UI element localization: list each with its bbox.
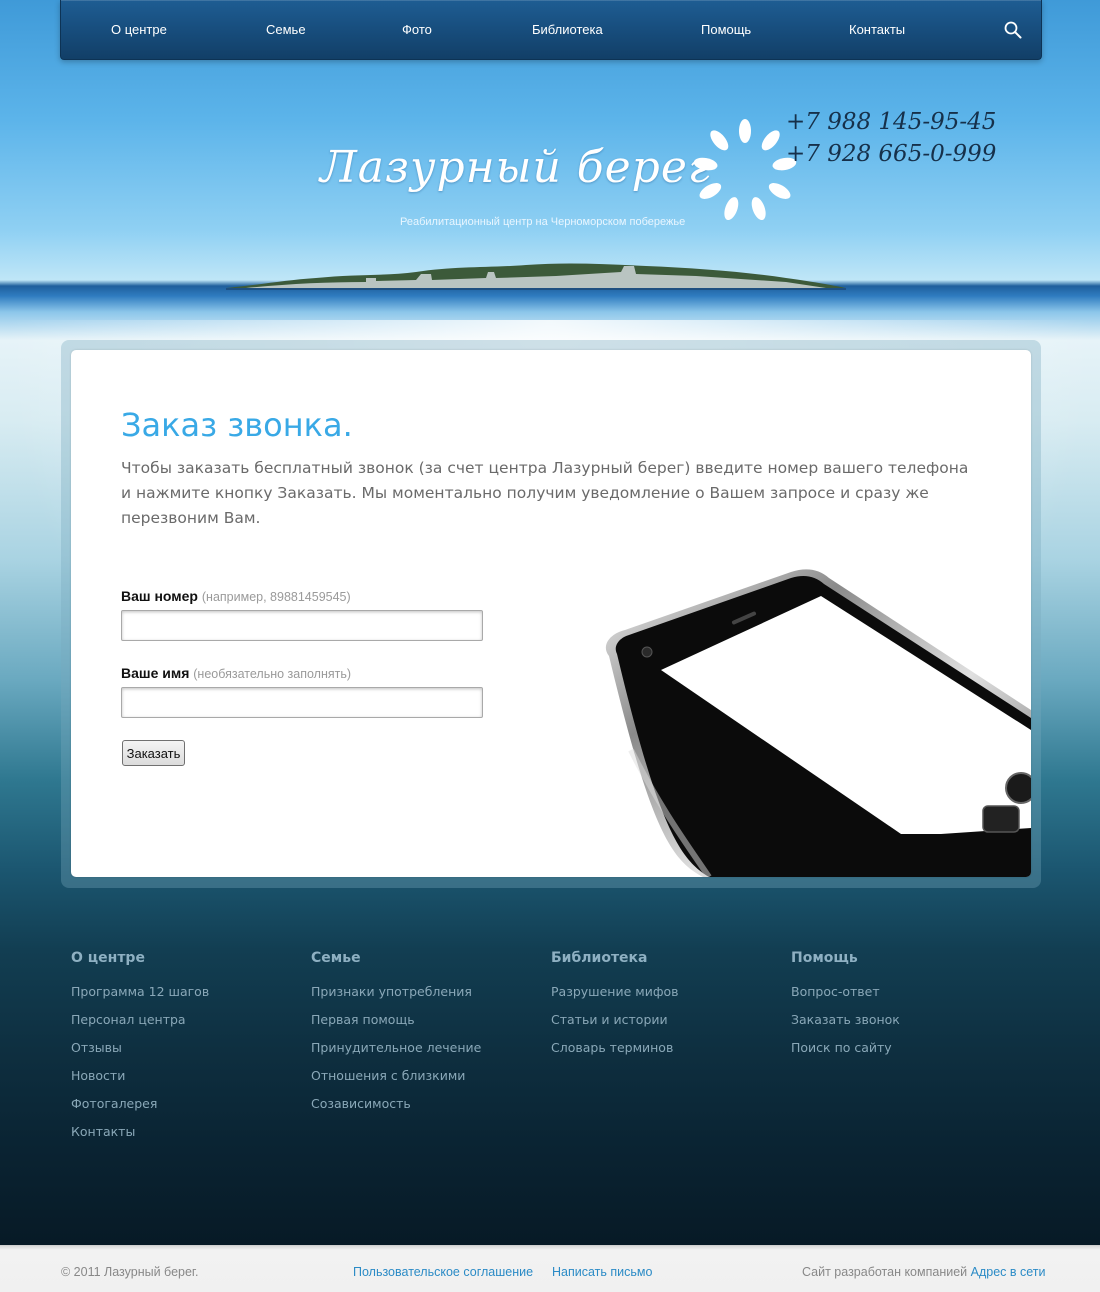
intro-text: Чтобы заказать бесплатный звонок (за сче… <box>121 459 969 527</box>
footer-column-title: Семье <box>311 950 361 966</box>
top-navigation: О центре Семье Фото Библиотека Помощь Ко… <box>60 0 1042 60</box>
user-agreement-link[interactable]: Пользовательское соглашение <box>353 1265 533 1279</box>
footer-column-family: Семье Признаки употребления Первая помощ… <box>311 950 531 1125</box>
footer-column-about: О центре Программа 12 шагов Персонал цен… <box>71 950 291 1153</box>
nav-item-help[interactable]: Помощь <box>701 22 751 37</box>
footer-column-title: Библиотека <box>551 950 648 966</box>
footer-column-help: Помощь Вопрос-ответ Заказать звонок Поис… <box>791 950 1011 1069</box>
phone-label-hint: (например, 89881459545) <box>201 590 351 604</box>
footer-link[interactable]: Заказать звонок <box>791 1013 1011 1041</box>
footer-link[interactable]: Персонал центра <box>71 1013 291 1041</box>
search-icon[interactable] <box>1003 20 1023 40</box>
footer-link[interactable]: Первая помощь <box>311 1013 531 1041</box>
footer-column-title: Помощь <box>791 950 858 966</box>
bottom-bar: © 2011 Лазурный берег. Пользовательское … <box>0 1245 1100 1292</box>
footer-link[interactable]: Новости <box>71 1069 291 1097</box>
phone-number-1: +7 988 145-95-45 <box>786 109 997 135</box>
footer-link[interactable]: Статьи и истории <box>551 1013 771 1041</box>
order-call-button[interactable]: Заказать <box>122 740 185 766</box>
developer-link[interactable]: Адрес в сети <box>971 1265 1046 1279</box>
site-tagline: Реабилитационный центр на Черноморском п… <box>400 216 686 228</box>
footer-link[interactable]: Программа 12 шагов <box>71 985 291 1013</box>
content-panel: Заказ звонка. Чтобы заказать бесплатный … <box>71 350 1031 877</box>
name-label-text: Ваше имя <box>121 665 190 681</box>
footer-link[interactable]: Отзывы <box>71 1041 291 1069</box>
coastline-illustration <box>226 263 846 290</box>
footer-link[interactable]: Признаки употребления <box>311 985 531 1013</box>
site-logo-text[interactable]: Лазурный берег <box>320 142 711 193</box>
nav-item-family[interactable]: Семье <box>266 22 306 37</box>
nav-item-about[interactable]: О центре <box>111 22 167 37</box>
phone-number-2: +7 928 665-0-999 <box>786 141 997 167</box>
footer-link[interactable]: Созависимость <box>311 1097 531 1125</box>
nav-item-library[interactable]: Библиотека <box>532 22 603 37</box>
footer-link[interactable]: Отношения с близкими <box>311 1069 531 1097</box>
footer-link[interactable]: Словарь терминов <box>551 1041 771 1069</box>
footer-column-library: Библиотека Разрушение мифов Статьи и ист… <box>551 950 771 1069</box>
footer-link[interactable]: Вопрос-ответ <box>791 985 1011 1013</box>
footer-link[interactable]: Контакты <box>71 1125 291 1153</box>
name-field-label: Ваше имя (необязательно заполнять) <box>121 665 351 681</box>
footer-link[interactable]: Поиск по сайту <box>791 1041 1011 1069</box>
phone-label-text: Ваш номер <box>121 588 198 604</box>
phone-input[interactable] <box>121 610 483 641</box>
footer-link[interactable]: Принудительное лечение <box>311 1041 531 1069</box>
footer-link[interactable]: Разрушение мифов <box>551 985 771 1013</box>
footer-column-title: О центре <box>71 950 145 966</box>
name-input[interactable] <box>121 687 483 718</box>
nav-item-photo[interactable]: Фото <box>402 22 432 37</box>
smartphone-illustration <box>605 569 1031 877</box>
sun-leaves-icon <box>693 119 797 221</box>
footer-link[interactable]: Фотогалерея <box>71 1097 291 1125</box>
phone-field-label: Ваш номер (например, 89881459545) <box>121 588 351 604</box>
credit-text: Сайт разработан компанией <box>802 1265 968 1279</box>
contact-phones: +7 988 145-95-45 +7 928 665-0-999 <box>786 106 997 170</box>
developer-credit: Сайт разработан компанией Адрес в сети <box>802 1265 1046 1279</box>
write-letter-link[interactable]: Написать письмо <box>552 1265 652 1279</box>
name-label-hint: (необязательно заполнять) <box>193 667 352 681</box>
copyright-text: © 2011 Лазурный берег. <box>61 1265 199 1279</box>
nav-item-contacts[interactable]: Контакты <box>849 22 905 37</box>
page-title: Заказ звонка. <box>121 406 353 444</box>
